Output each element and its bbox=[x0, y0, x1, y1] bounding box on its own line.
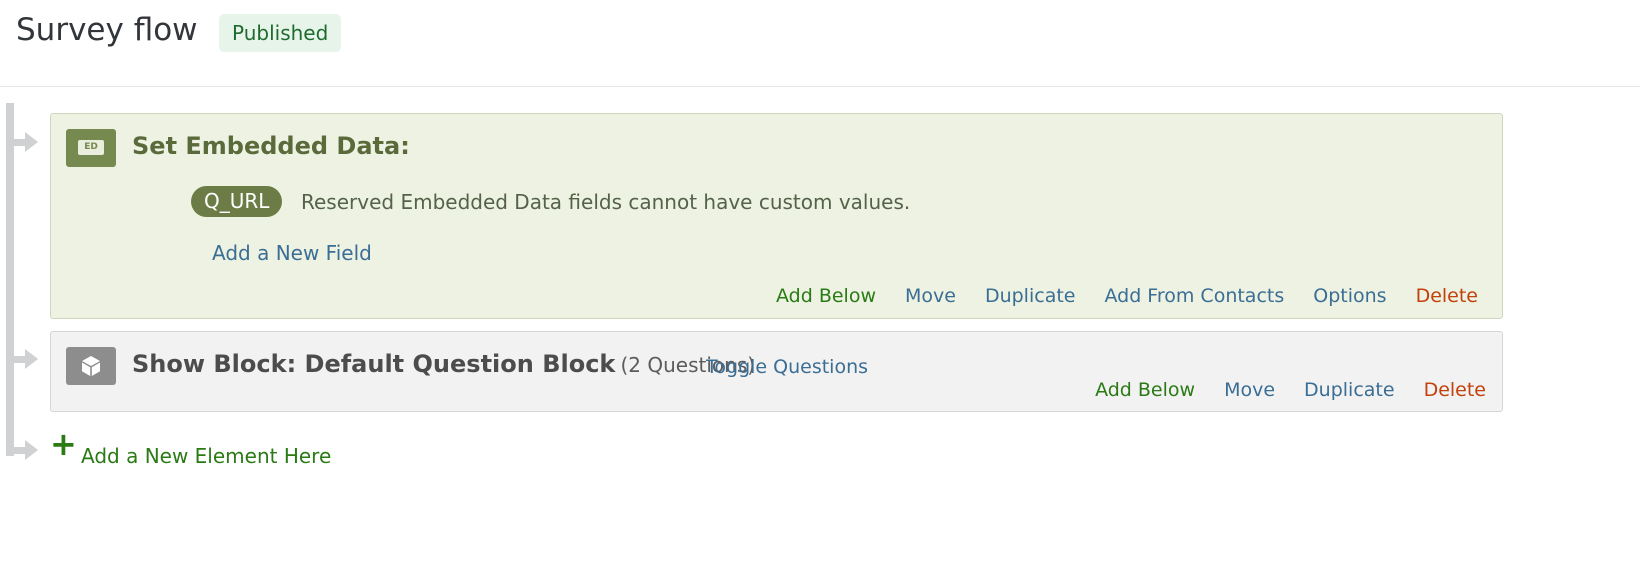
toggle-questions-link[interactable]: Toggle Questions bbox=[706, 356, 868, 378]
show-block-actions: Add Below Move Duplicate Delete bbox=[1095, 379, 1486, 401]
status-badge: Published bbox=[219, 14, 342, 52]
delete-button[interactable]: Delete bbox=[1416, 285, 1478, 307]
show-block: Show Block: Default Question Block (2 Qu… bbox=[50, 331, 1503, 412]
add-below-button[interactable]: Add Below bbox=[776, 285, 876, 307]
duplicate-button[interactable]: Duplicate bbox=[1304, 379, 1395, 401]
show-block-name: Show Block: Default Question Block bbox=[132, 350, 616, 378]
delete-button[interactable]: Delete bbox=[1424, 379, 1486, 401]
embedded-data-title: Set Embedded Data: bbox=[132, 132, 410, 160]
move-button[interactable]: Move bbox=[1224, 379, 1275, 401]
flow-arrow-icon bbox=[14, 132, 38, 152]
duplicate-button[interactable]: Duplicate bbox=[985, 285, 1076, 307]
flow-arrow-icon bbox=[14, 349, 38, 369]
embedded-data-icon: ED bbox=[66, 129, 116, 167]
add-new-element-label: Add a New Element Here bbox=[81, 444, 332, 468]
embedded-field-name[interactable]: Q_URL bbox=[191, 186, 283, 217]
add-new-field-link[interactable]: Add a New Field bbox=[212, 241, 372, 265]
move-button[interactable]: Move bbox=[905, 285, 956, 307]
embedded-block-actions: Add Below Move Duplicate Add From Contac… bbox=[776, 285, 1478, 307]
page-title: Survey flow bbox=[16, 12, 198, 48]
page-header: Survey flow Published bbox=[0, 0, 1640, 87]
flow-arrow-icon bbox=[14, 440, 38, 460]
add-below-button[interactable]: Add Below bbox=[1095, 379, 1195, 401]
plus-icon: + bbox=[50, 425, 77, 463]
flow-connector-line bbox=[6, 103, 14, 456]
embedded-data-block: ED Set Embedded Data: Q_URL Reserved Emb… bbox=[50, 113, 1503, 319]
show-block-title: Show Block: Default Question Block (2 Qu… bbox=[132, 350, 755, 378]
block-cube-icon bbox=[66, 347, 116, 385]
options-button[interactable]: Options bbox=[1313, 285, 1386, 307]
embedded-data-icon-text: ED bbox=[78, 140, 104, 155]
add-from-contacts-button[interactable]: Add From Contacts bbox=[1104, 285, 1284, 307]
embedded-field-note: Reserved Embedded Data fields cannot hav… bbox=[301, 190, 911, 214]
